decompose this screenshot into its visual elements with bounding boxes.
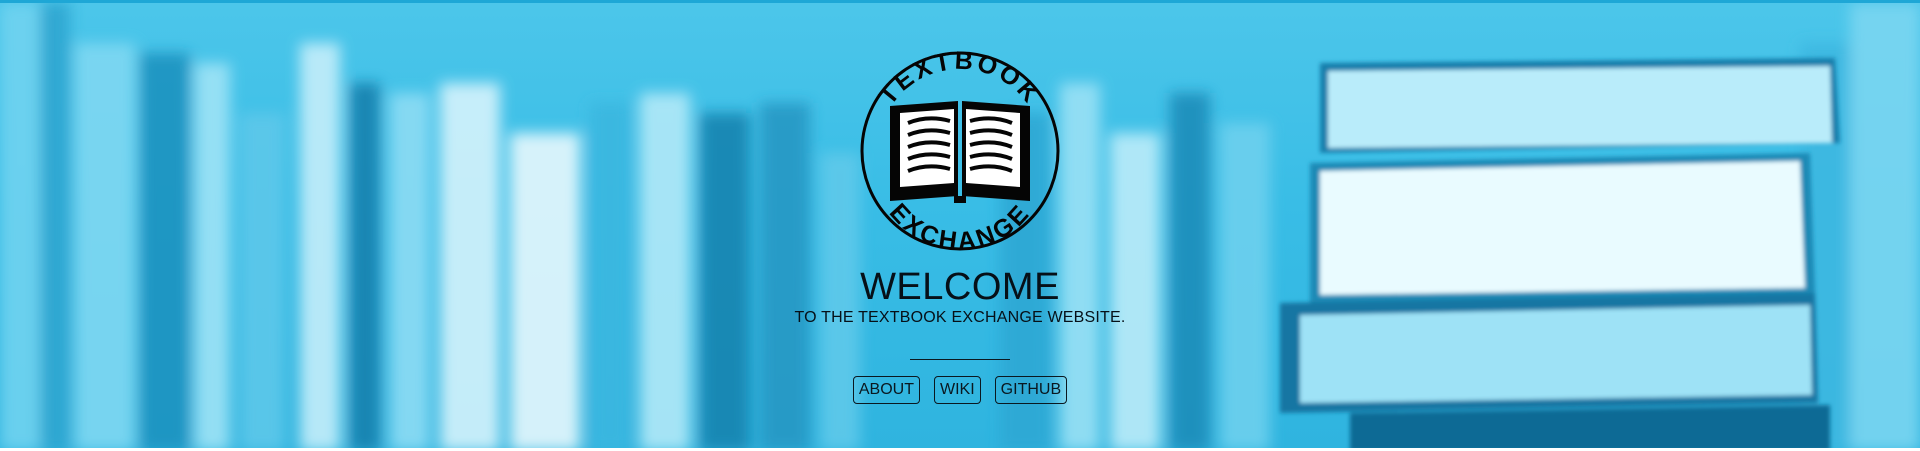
github-button[interactable]: GITHUB xyxy=(994,376,1068,404)
hero-banner: TEXTBOOK EXCHANGE WELCOME TO THE TEXTBOO… xyxy=(0,0,1920,448)
logo-bottom-text: EXCHANGE xyxy=(884,198,1033,255)
welcome-title: WELCOME xyxy=(860,266,1060,308)
logo-top-text: TEXTBOOK xyxy=(874,47,1043,110)
hero-nav: ABOUT WIKI GITHUB xyxy=(852,376,1068,404)
about-button[interactable]: ABOUT xyxy=(852,376,920,404)
textbook-exchange-logo: TEXTBOOK EXCHANGE xyxy=(860,47,1060,256)
wiki-button[interactable]: WIKI xyxy=(934,376,981,404)
divider xyxy=(910,359,1010,360)
svg-text:TEXTBOOK: TEXTBOOK xyxy=(874,47,1046,110)
open-book-icon xyxy=(890,101,1030,203)
hero-content: TEXTBOOK EXCHANGE WELCOME TO THE TEXTBOO… xyxy=(0,3,1920,448)
welcome-subtitle: TO THE TEXTBOOK EXCHANGE WEBSITE. xyxy=(794,309,1126,326)
svg-text:EXCHANGE: EXCHANGE xyxy=(884,198,1036,255)
